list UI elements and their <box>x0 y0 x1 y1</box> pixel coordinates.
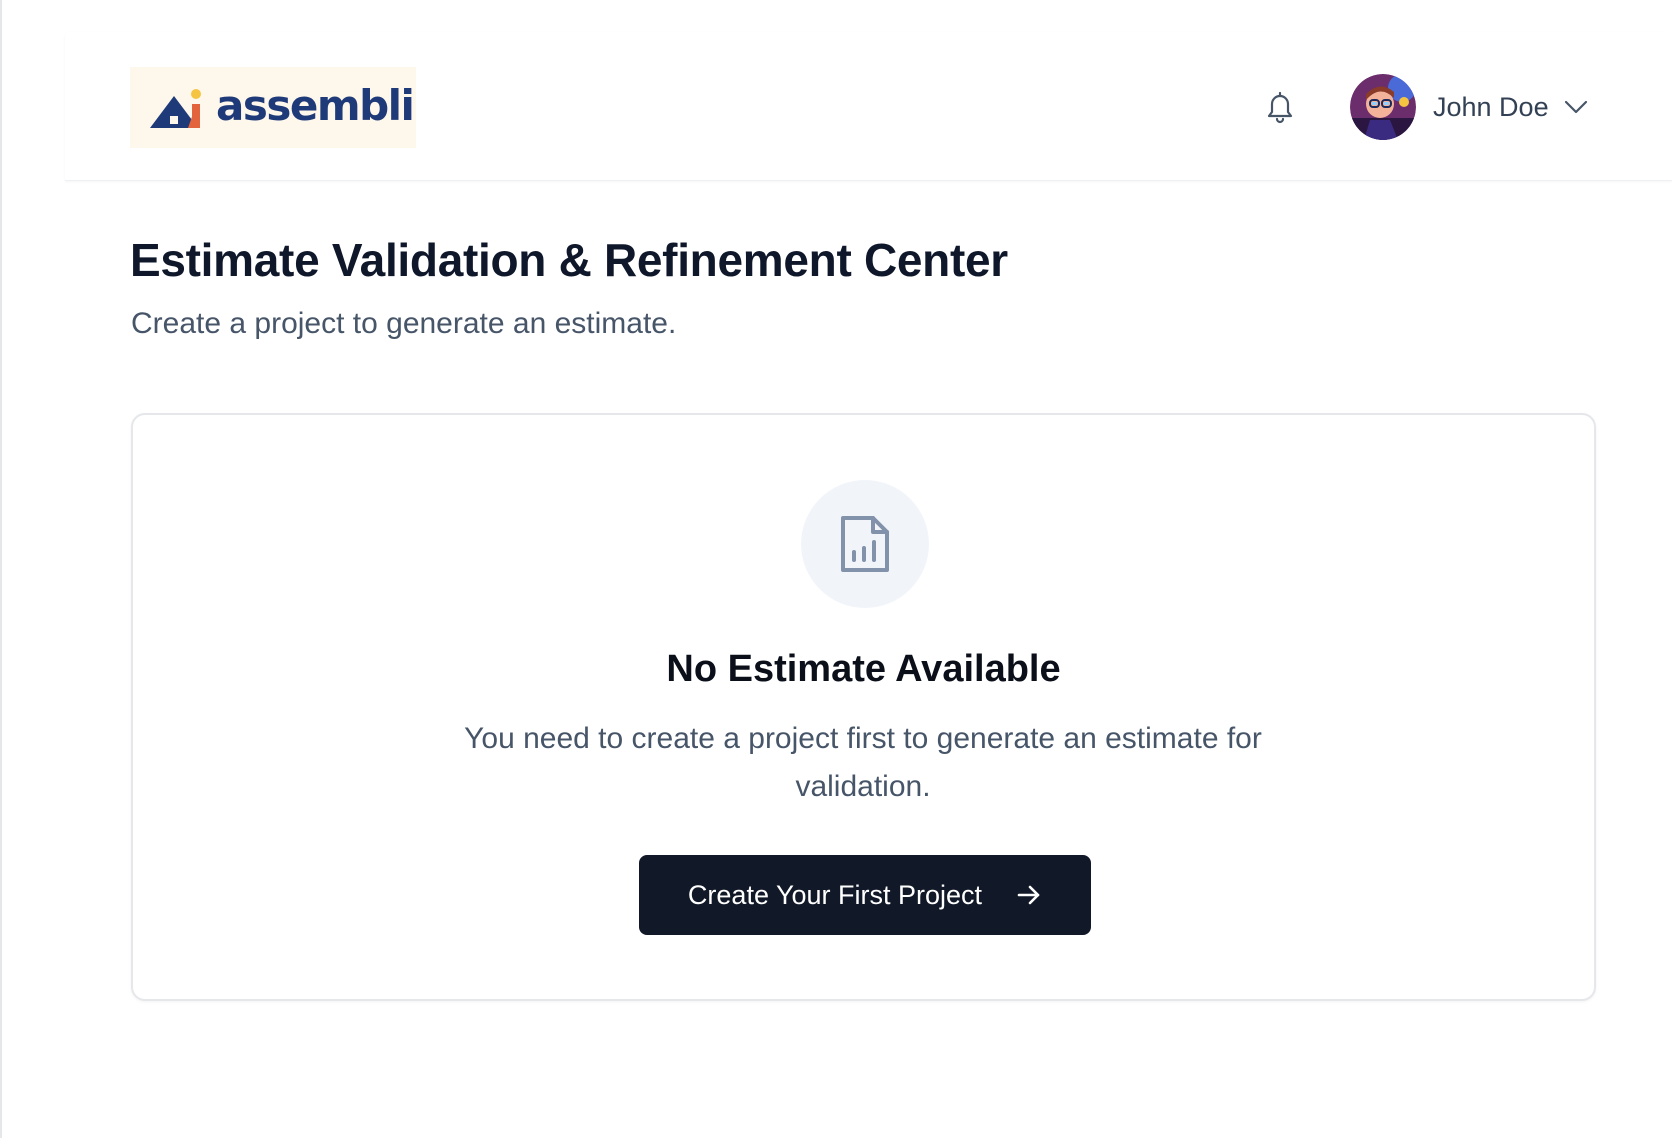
page-subtitle: Create a project to generate an estimate… <box>131 307 677 340</box>
create-first-project-button[interactable]: Create Your First Project <box>639 855 1091 935</box>
arrow-right-icon <box>1017 885 1040 905</box>
logo-wordmark: assembli <box>216 80 415 130</box>
file-chart-icon <box>841 516 889 572</box>
page-title: Estimate Validation & Refinement Center <box>130 234 1008 286</box>
user-name: John Doe <box>1433 91 1549 122</box>
empty-state-description: You need to create a project first to ge… <box>464 722 1262 803</box>
user-menu[interactable]: John Doe <box>1350 74 1589 140</box>
left-border <box>0 0 2 1138</box>
avatar <box>1350 74 1416 140</box>
empty-state-title: No Estimate Available <box>666 648 1061 690</box>
brand-logo[interactable]: assembli <box>130 67 416 148</box>
bell-icon[interactable] <box>1264 90 1296 124</box>
empty-state-card: No Estimate Available You need to create… <box>131 413 1596 1001</box>
empty-state-icon-circle <box>801 480 929 608</box>
logo-mark-icon <box>150 88 201 128</box>
chevron-down-icon <box>1564 100 1587 114</box>
create-first-project-label: Create Your First Project <box>687 879 983 910</box>
